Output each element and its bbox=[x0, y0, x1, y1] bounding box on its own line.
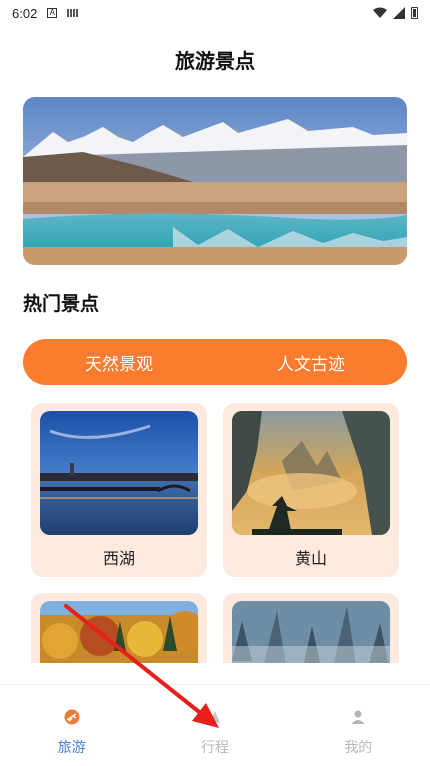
attraction-card-huangshan[interactable]: 黄山 bbox=[223, 403, 399, 577]
tab-profile[interactable]: 我的 bbox=[287, 685, 430, 766]
category-segmented-control: 天然景观 人文古迹 bbox=[23, 339, 407, 385]
attraction-name: 黄山 bbox=[294, 549, 327, 568]
signal-icon bbox=[393, 7, 405, 19]
status-bar: 6:02 A bbox=[0, 0, 430, 26]
attraction-card-west-lake[interactable]: 西湖 bbox=[31, 403, 207, 577]
attraction-card-misty-peaks[interactable] bbox=[223, 593, 399, 663]
attraction-name: 西湖 bbox=[102, 549, 135, 568]
huangshan-image bbox=[232, 411, 390, 535]
battery-icon bbox=[411, 7, 418, 19]
tab-label: 行程 bbox=[200, 740, 229, 756]
profile-icon bbox=[351, 710, 365, 724]
tab-itinerary[interactable]: 行程 bbox=[143, 685, 286, 766]
section-title-popular: 热门景点 bbox=[23, 293, 100, 315]
tab-travel[interactable]: 旅游 bbox=[0, 685, 143, 766]
page-title: 旅游景点 bbox=[175, 49, 255, 73]
bottom-tab-bar: 旅游 行程 我的 bbox=[0, 684, 430, 766]
misty-peaks-image bbox=[232, 601, 390, 663]
notification-keyboard-icon bbox=[67, 9, 80, 17]
west-lake-image bbox=[40, 411, 198, 535]
attraction-card-autumn-forest[interactable] bbox=[31, 593, 207, 663]
status-time: 6:02 bbox=[12, 5, 38, 21]
tab-label: 旅游 bbox=[57, 740, 86, 756]
itinerary-icon bbox=[209, 711, 220, 723]
segment-cultural-heritage[interactable]: 人文古迹 bbox=[215, 350, 407, 375]
hero-banner-image bbox=[23, 97, 407, 265]
autumn-forest-image bbox=[40, 601, 198, 663]
segment-natural-scenery[interactable]: 天然景观 bbox=[23, 350, 215, 375]
notification-a-icon: A bbox=[47, 8, 58, 18]
wifi-icon bbox=[373, 7, 387, 18]
travel-icon bbox=[64, 709, 80, 725]
tab-label: 我的 bbox=[344, 740, 373, 756]
